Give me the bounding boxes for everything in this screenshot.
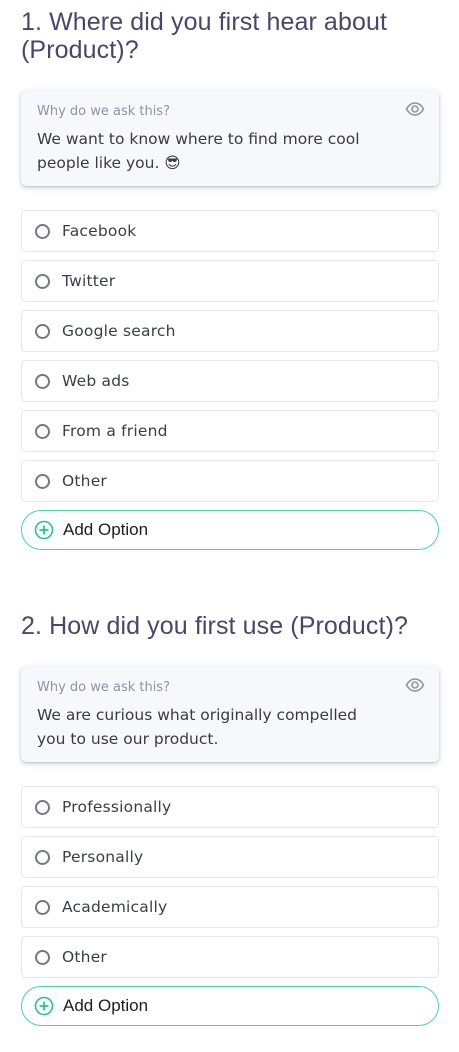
option-from-a-friend[interactable]: From a friend (21, 410, 439, 452)
options-list: Facebook Twitter Google search Web ads F… (21, 210, 439, 550)
eye-icon[interactable] (405, 101, 425, 116)
option-professionally[interactable]: Professionally (21, 786, 439, 828)
option-other[interactable]: Other (21, 460, 439, 502)
why-label: Why do we ask this? (37, 104, 171, 119)
option-label: From a friend (62, 422, 168, 440)
radio-circle[interactable] (35, 799, 50, 815)
radio-circle[interactable] (35, 949, 50, 965)
radio-circle[interactable] (35, 899, 50, 915)
question-1-title[interactable]: 1. Where did you first hear about (Produ… (21, 8, 439, 64)
option-twitter[interactable]: Twitter (21, 260, 439, 302)
radio-circle[interactable] (35, 473, 50, 489)
survey-editor: 1. Where did you first hear about (Produ… (0, 0, 459, 1052)
add-option-label: Add Option (63, 520, 149, 539)
option-label: Other (62, 472, 108, 490)
question-1: 1. Where did you first hear about (Produ… (21, 8, 439, 550)
question-2: 2. How did you first use (Product)? Why … (21, 612, 439, 1026)
option-academically[interactable]: Academically (21, 886, 439, 928)
add-option-label: Add Option (63, 996, 149, 1015)
radio-circle[interactable] (35, 273, 50, 289)
option-label: Google search (62, 322, 176, 340)
radio-circle[interactable] (35, 423, 50, 439)
option-other[interactable]: Other (21, 936, 439, 978)
option-label: Other (62, 948, 108, 966)
option-label: Personally (62, 848, 144, 866)
option-facebook[interactable]: Facebook (21, 210, 439, 252)
why-label: Why do we ask this? (37, 680, 171, 695)
radio-circle[interactable] (35, 849, 50, 865)
why-we-ask-card: Why do we ask this? We are curious what … (21, 666, 439, 762)
option-google-search[interactable]: Google search (21, 310, 439, 352)
plus-circle-icon (34, 520, 54, 540)
option-label: Facebook (62, 222, 137, 240)
radio-circle[interactable] (35, 373, 50, 389)
option-web-ads[interactable]: Web ads (21, 360, 439, 402)
why-text[interactable]: We want to know where to find more cool … (37, 127, 423, 175)
question-2-title[interactable]: 2. How did you first use (Product)? (21, 612, 439, 640)
plus-circle-icon (34, 996, 54, 1016)
option-label: Twitter (62, 272, 116, 290)
why-we-ask-card: Why do we ask this? We want to know wher… (21, 90, 439, 186)
options-list: Professionally Personally Academically O… (21, 786, 439, 1026)
radio-circle[interactable] (35, 323, 50, 339)
add-option-button[interactable]: Add Option (21, 510, 439, 550)
option-label: Web ads (62, 372, 130, 390)
option-label: Professionally (62, 798, 172, 816)
option-label: Academically (62, 898, 168, 916)
why-text[interactable]: We are curious what originally compelled… (37, 703, 423, 751)
add-option-button[interactable]: Add Option (21, 986, 439, 1026)
option-personally[interactable]: Personally (21, 836, 439, 878)
radio-circle[interactable] (35, 223, 50, 239)
eye-icon[interactable] (405, 677, 425, 692)
